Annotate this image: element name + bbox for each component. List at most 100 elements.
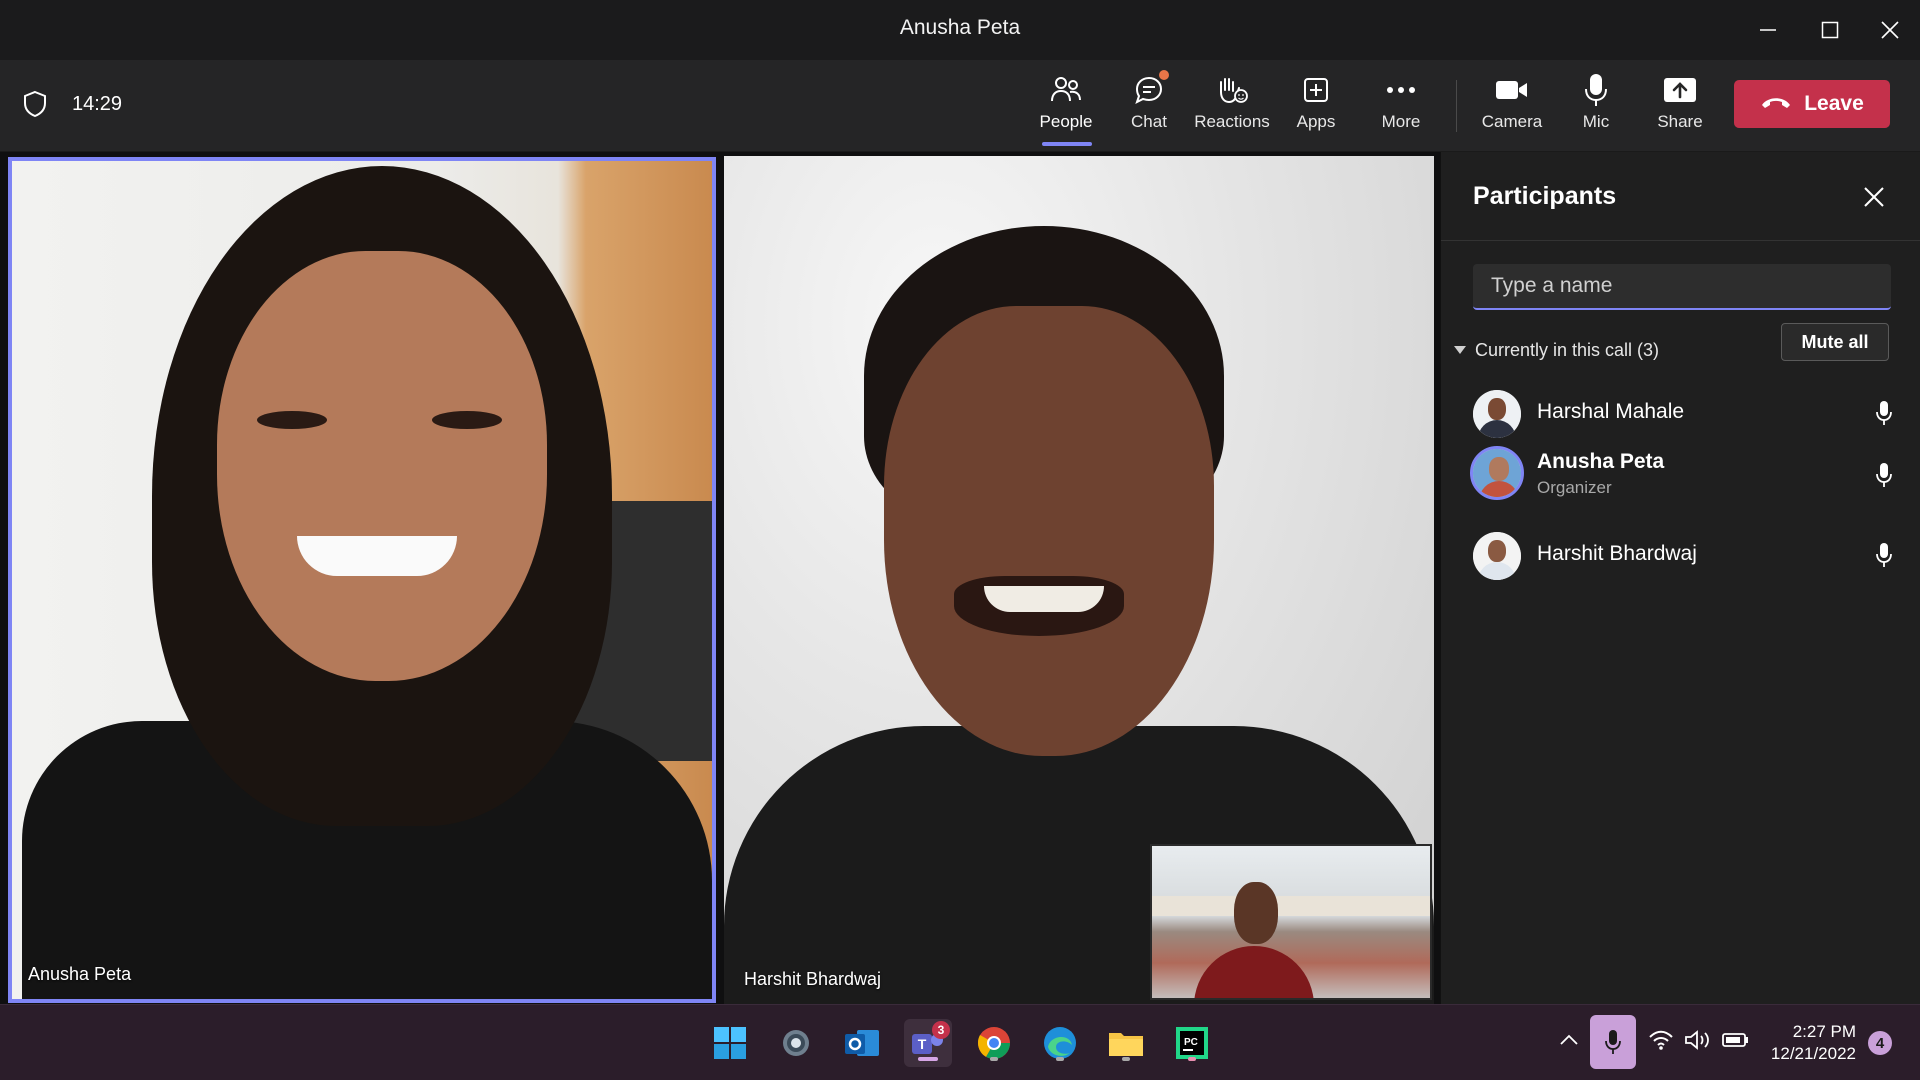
show-hidden-icons-button[interactable] (1560, 1033, 1578, 1051)
notification-badge[interactable]: 4 (1868, 1031, 1892, 1055)
share-icon (1662, 72, 1698, 108)
windows-icon (714, 1027, 746, 1059)
mic-in-use-indicator[interactable] (1590, 1015, 1636, 1069)
wifi-icon[interactable] (1648, 1029, 1674, 1056)
close-pane-button[interactable] (1863, 186, 1885, 213)
teams-badge: 3 (932, 1021, 950, 1039)
reactions-button[interactable]: Reactions (1190, 72, 1274, 142)
people-button[interactable]: People (1024, 72, 1108, 142)
participant-row[interactable]: Anusha Peta Organizer (1470, 442, 1893, 502)
participant-role: Organizer (1537, 478, 1612, 497)
video-stage: Anusha Peta Harshit Bhardwaj (0, 152, 1440, 1004)
mic-icon[interactable] (1875, 542, 1893, 573)
pane-title: Participants (1473, 182, 1617, 210)
running-indicator (1122, 1057, 1130, 1061)
hang-up-icon (1760, 92, 1792, 116)
person-face (884, 306, 1214, 756)
battery-icon[interactable] (1722, 1031, 1750, 1054)
participant-name: Harshit Bhardwaj (1537, 542, 1697, 565)
folder-icon (1109, 1033, 1143, 1056)
camera-button[interactable]: Camera (1470, 72, 1554, 142)
meeting-toolbar: 14:29 People Chat Reactions Apps More Ca… (0, 60, 1920, 152)
minimize-button[interactable] (1748, 10, 1788, 50)
participants-section-header[interactable]: Currently in this call (3) (1453, 330, 1659, 370)
mic-button[interactable]: Mic (1554, 72, 1638, 142)
ceiling-light (1152, 896, 1430, 916)
window-title: Anusha Peta (899, 16, 1021, 39)
more-icon (1383, 72, 1419, 108)
participants-pane: Participants Type a name Currently in th… (1440, 152, 1920, 1004)
toolbar-divider (1456, 80, 1457, 132)
mic-icon[interactable] (1875, 462, 1893, 493)
video-tile-anusha[interactable]: Anusha Peta (8, 157, 716, 1003)
close-window-button[interactable] (1870, 10, 1910, 50)
volume-icon[interactable] (1684, 1029, 1712, 1056)
close-icon (1864, 187, 1884, 207)
camera-label: Camera (1481, 112, 1543, 131)
tile-name-label: Harshit Bhardwaj (744, 969, 882, 989)
edge-icon (1044, 1027, 1076, 1059)
gear-icon (783, 1030, 809, 1056)
chevron-down-icon (1454, 346, 1466, 354)
person-smile (297, 536, 457, 576)
participant-row[interactable]: Harshit Bhardwaj (1473, 526, 1893, 586)
outlook-app[interactable] (838, 1019, 886, 1067)
chat-label: Chat (1131, 112, 1167, 131)
apps-button[interactable]: Apps (1274, 72, 1358, 142)
leave-button[interactable]: Leave (1734, 80, 1890, 128)
section-label: Currently in this call (3) (1475, 339, 1660, 360)
teams-app[interactable]: T 3 (904, 1019, 952, 1067)
camera-icon (1494, 72, 1530, 108)
pane-divider (1441, 240, 1920, 241)
avatar (1473, 390, 1521, 438)
minimize-icon (1760, 29, 1776, 31)
participant-name: Harshal Mahale (1537, 400, 1685, 423)
edge-app[interactable] (1036, 1019, 1084, 1067)
running-indicator (1188, 1057, 1196, 1061)
mute-all-button[interactable]: Mute all (1781, 323, 1889, 361)
file-explorer-app[interactable] (1102, 1019, 1150, 1067)
people-icon (1048, 72, 1084, 108)
more-label: More (1381, 112, 1421, 131)
share-label: Share (1657, 112, 1703, 131)
svg-text:T: T (918, 1036, 927, 1052)
mic-icon[interactable] (1875, 400, 1893, 431)
taskbar: T 3 PC 2:27 PM 12/21/2022 4 (0, 1004, 1920, 1080)
participant-row[interactable]: Harshal Mahale (1473, 384, 1893, 444)
chevron-up-icon (1560, 1034, 1578, 1045)
self-view-tile[interactable] (1150, 844, 1432, 1000)
search-input[interactable]: Type a name (1473, 264, 1891, 310)
apps-icon (1298, 72, 1334, 108)
person-face (217, 251, 547, 681)
chat-unread-dot (1159, 70, 1169, 80)
person-eye-left (257, 411, 327, 429)
settings-app[interactable] (772, 1019, 820, 1067)
start-button[interactable] (706, 1019, 754, 1067)
chrome-app[interactable] (970, 1019, 1018, 1067)
meeting-timer: 14:29 (72, 93, 123, 115)
outlook-icon (845, 1030, 879, 1056)
share-button[interactable]: Share (1638, 72, 1722, 142)
chat-icon (1131, 70, 1169, 108)
tile-name-label: Anusha Peta (28, 964, 132, 984)
more-button[interactable]: More (1359, 72, 1443, 142)
close-icon (1881, 21, 1899, 39)
participant-name: Anusha Peta (1537, 450, 1665, 473)
mic-label: Mic (1582, 112, 1610, 131)
shield-icon[interactable] (22, 90, 48, 123)
avatar (1473, 532, 1521, 580)
person-smile (984, 586, 1104, 612)
maximize-button[interactable] (1810, 10, 1850, 50)
title-bar: Anusha Peta (0, 0, 1920, 60)
apps-label: Apps (1296, 112, 1336, 131)
people-label: People (1039, 112, 1093, 131)
person-face (1234, 882, 1278, 944)
chat-button[interactable]: Chat (1107, 70, 1191, 142)
active-indicator (918, 1057, 938, 1061)
reactions-icon (1214, 72, 1250, 108)
pycharm-app[interactable]: PC (1168, 1019, 1216, 1067)
avatar (1470, 446, 1524, 500)
running-indicator (990, 1057, 998, 1061)
clock[interactable]: 2:27 PM 12/21/2022 (1771, 1021, 1856, 1065)
leave-label: Leave (1804, 92, 1864, 115)
